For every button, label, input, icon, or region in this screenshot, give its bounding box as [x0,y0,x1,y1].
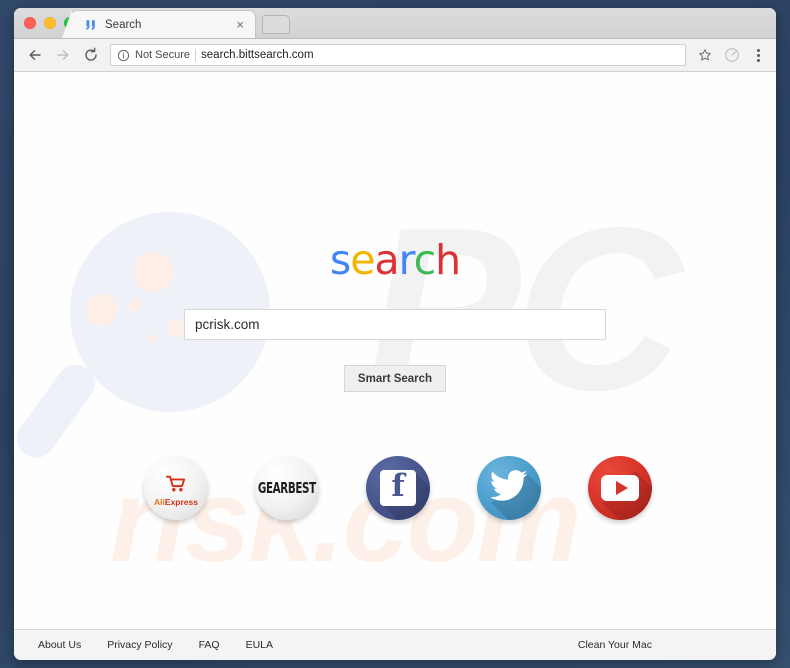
shortcut-row: AliExpress GEARBEST f [14,456,776,520]
forward-button[interactable] [50,42,76,68]
footer-link-privacy-policy[interactable]: Privacy Policy [107,639,172,651]
browser-tab-search[interactable]: Search × [62,10,256,38]
shopping-cart-icon [165,474,187,497]
close-window-button[interactable] [24,17,36,29]
twitter-bird-icon [489,469,529,508]
browser-toolbar: Not Secure search.bittsearch.com [14,39,776,72]
footer-link-eula[interactable]: EULA [246,639,273,651]
shortcut-youtube[interactable] [588,456,652,520]
logo-letter-s: s [329,236,351,284]
play-triangle-icon [615,481,628,495]
smart-search-button[interactable]: Smart Search [343,365,447,392]
aliexpress-ali-text: Ali [154,496,165,507]
star-icon[interactable] [694,44,716,66]
address-bar[interactable]: Not Secure search.bittsearch.com [110,44,686,66]
three-dot-menu-icon[interactable] [748,44,768,66]
footer-links: About Us Privacy Policy FAQ EULA [38,639,273,651]
gearbest-wordmark: GEARBEST [258,479,316,497]
tab-title: Search [105,18,142,31]
tab-strip: Search × [14,8,776,39]
extension-icon[interactable] [721,44,743,66]
menu-dot [756,58,760,62]
close-tab-icon[interactable]: × [233,16,247,33]
info-circle-icon[interactable] [117,49,130,62]
logo-letter-e: e [350,236,375,284]
back-button[interactable] [22,42,48,68]
security-status-text: Not Secure [135,49,191,61]
shortcut-gearbest[interactable]: GEARBEST [255,456,319,520]
search-logo: search [330,240,461,281]
menu-dot [756,48,760,52]
search-input[interactable] [184,309,606,340]
footer-link-about-us[interactable]: About Us [38,639,81,651]
facebook-icon: f [380,470,416,506]
page-footer: About Us Privacy Policy FAQ EULA Clean Y… [14,629,776,660]
minimize-window-button[interactable] [44,17,56,29]
shortcut-facebook[interactable]: f [366,456,430,520]
reload-button[interactable] [78,42,104,68]
shortcut-aliexpress[interactable]: AliExpress [144,456,208,520]
aliexpress-xpress-text: xpress [170,496,198,507]
bittsearch-favicon-icon [83,17,98,32]
url-text: search.bittsearch.com [201,49,314,61]
browser-window: Search × Not Secure search.bittsearch.co… [14,8,776,660]
logo-letter-r: r [398,236,415,284]
youtube-icon [601,475,639,501]
page-content: PC risk.com search Smart Search AliEx [14,72,776,629]
facebook-f-glyph: f [391,468,405,504]
aliexpress-wordmark: AliExpress [154,498,198,507]
logo-letter-a: a [374,236,399,284]
shortcut-twitter[interactable] [477,456,541,520]
footer-link-clean-your-mac[interactable]: Clean Your Mac [578,639,652,651]
logo-letter-h: h [435,236,461,284]
omnibox-separator [195,48,197,62]
search-area: search Smart Search [14,72,776,392]
menu-dot [756,53,760,57]
footer-link-faq[interactable]: FAQ [199,639,220,651]
new-tab-button[interactable] [262,15,290,34]
logo-letter-c: c [413,236,437,284]
